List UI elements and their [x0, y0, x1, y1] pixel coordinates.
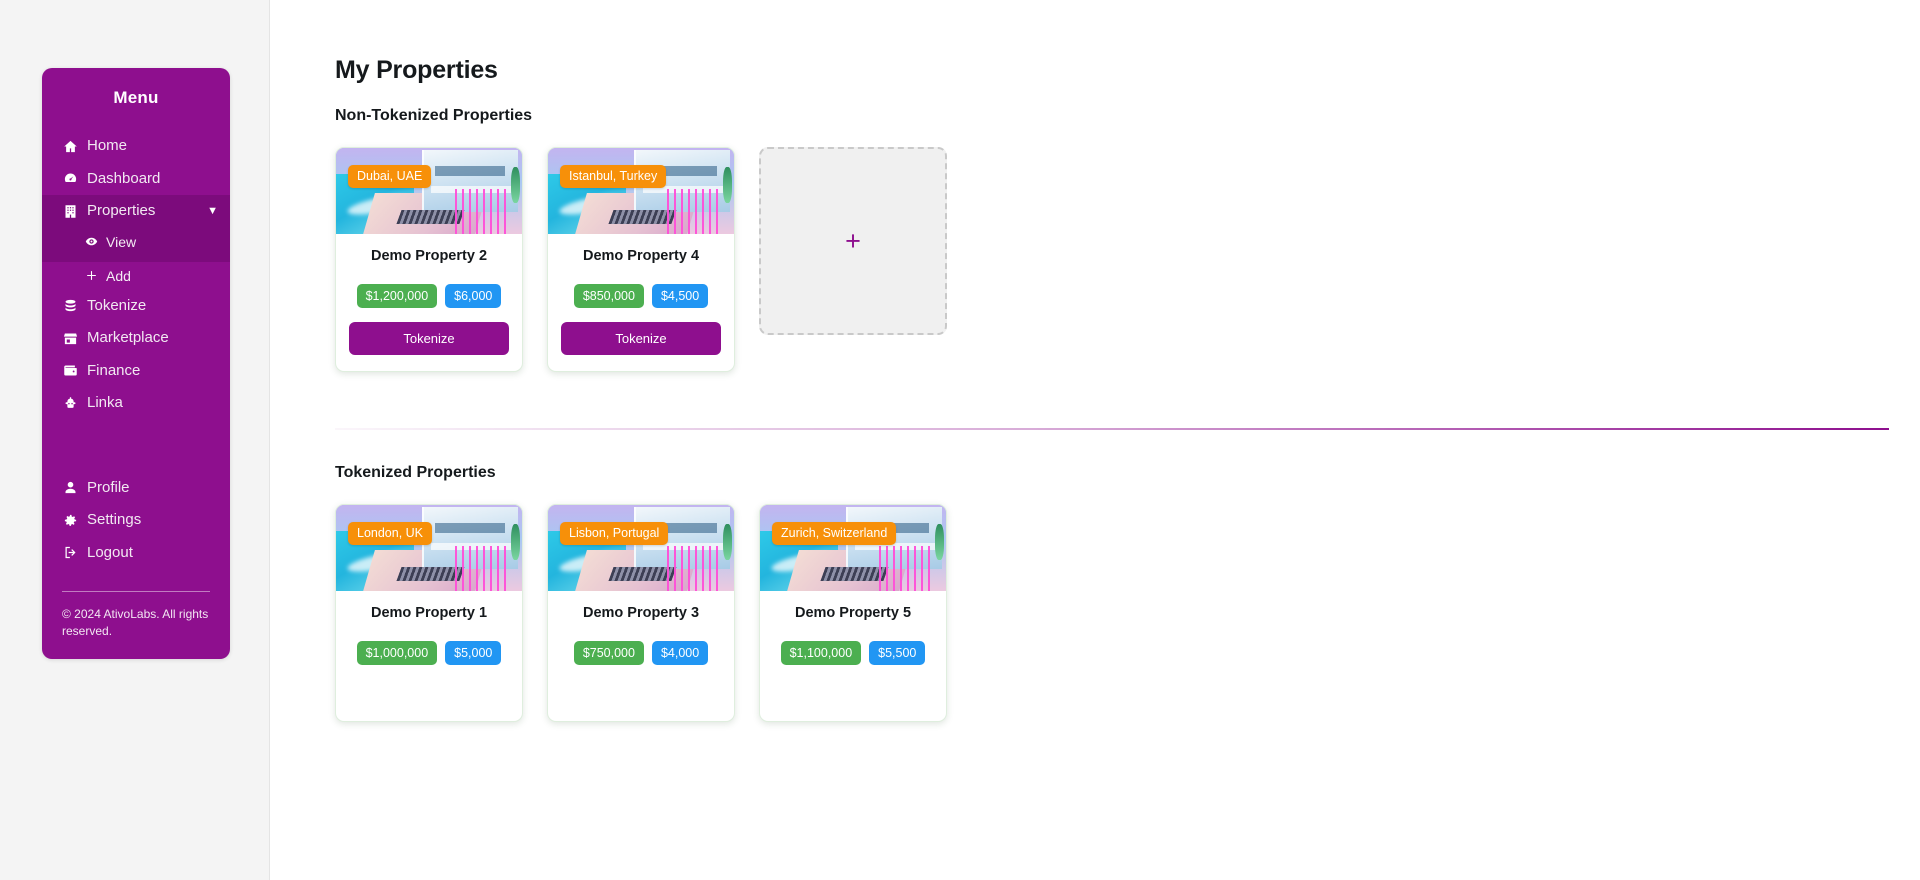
- price-badge: $750,000: [573, 641, 644, 665]
- sidebar-subitem-label: Add: [106, 267, 131, 284]
- property-card[interactable]: Lisbon, Portugal Demo Property 3 $750,00…: [547, 504, 735, 722]
- price-badge: $1,000,000: [356, 641, 438, 665]
- price-badges: $1,100,000 $5,500: [773, 641, 933, 665]
- price-badges: $850,000 $4,500: [561, 284, 721, 308]
- property-image: Zurich, Switzerland: [760, 505, 946, 591]
- price-badge: $1,100,000: [780, 641, 862, 665]
- add-property-card[interactable]: +: [759, 147, 947, 335]
- gear-icon: [62, 513, 79, 528]
- sidebar-item-label: Profile: [87, 478, 130, 496]
- sidebar-item-linka[interactable]: Linka: [42, 387, 230, 420]
- store-icon: [62, 331, 79, 346]
- tokenize-button[interactable]: Tokenize: [349, 322, 509, 355]
- section-divider: [335, 428, 1889, 430]
- property-card[interactable]: London, UK Demo Property 1 $1,000,000 $5…: [335, 504, 523, 722]
- location-badge: Lisbon, Portugal: [560, 522, 669, 545]
- sidebar-item-label: Settings: [87, 511, 142, 528]
- sidebar-item-label: Home: [87, 137, 128, 154]
- wallet-icon: [62, 363, 79, 378]
- property-name: Demo Property 3: [582, 605, 700, 621]
- sidebar-item-marketplace[interactable]: Marketplace: [42, 322, 230, 355]
- user-icon: [62, 480, 79, 495]
- sidebar-item-label: Dashboard: [87, 169, 161, 187]
- tokenize-button[interactable]: Tokenize: [561, 322, 721, 355]
- price-badges: $1,000,000 $5,000: [349, 641, 509, 665]
- logout-icon: [62, 545, 79, 560]
- sidebar-item-home[interactable]: Home: [42, 130, 230, 163]
- rent-badge: $5,000: [445, 641, 502, 665]
- plus-icon: [84, 269, 99, 282]
- sidebar-subitem-add[interactable]: Add: [42, 262, 230, 290]
- chevron-down-icon[interactable]: ▼: [207, 205, 218, 217]
- sidebar-item-label: Tokenize: [87, 296, 147, 314]
- sidebar-item-label: Marketplace: [87, 329, 169, 346]
- sidebar-item-label: Properties: [87, 202, 156, 219]
- section-title-tokenized: Tokenized Properties: [335, 464, 496, 481]
- eye-icon: [84, 235, 99, 248]
- sidebar-item-finance[interactable]: Finance: [42, 355, 230, 388]
- rent-badge: $4,000: [651, 641, 709, 665]
- sidebar-item-logout[interactable]: Logout: [42, 537, 230, 570]
- location-badge: London, UK: [348, 522, 433, 545]
- property-name: Demo Property 1: [370, 605, 488, 621]
- page-title: My Properties: [335, 56, 498, 84]
- sidebar-item-dashboard[interactable]: Dashboard: [42, 163, 230, 196]
- rent-badge: $6,000: [445, 284, 502, 308]
- price-badge: $850,000: [573, 284, 644, 308]
- property-image: Dubai, UAE: [336, 148, 522, 234]
- sidebar-copyright: © 2024 AtivoLabs. All rights reserved.: [62, 607, 209, 639]
- property-card[interactable]: Zurich, Switzerland Demo Property 5 $1,1…: [759, 504, 947, 722]
- property-image: Istanbul, Turkey: [548, 148, 734, 234]
- property-name: Demo Property 4: [582, 248, 700, 264]
- property-name: Demo Property 5: [794, 605, 912, 621]
- sidebar-item-settings[interactable]: Settings: [42, 504, 230, 537]
- properties-submenu: View: [42, 227, 230, 262]
- location-badge: Zurich, Switzerland: [772, 522, 897, 545]
- robot-icon: [62, 396, 79, 411]
- tokenized-card-row: London, UK Demo Property 1 $1,000,000 $5…: [335, 504, 1860, 722]
- rent-badge: $4,500: [651, 284, 709, 308]
- sidebar-rail: Menu Home Dashboard Properties ▼ View Ad…: [0, 0, 270, 880]
- sidebar-item-tokenize[interactable]: Tokenize: [42, 290, 230, 323]
- price-badges: $750,000 $4,000: [561, 641, 721, 665]
- property-card[interactable]: Istanbul, Turkey Demo Property 4 $850,00…: [547, 147, 735, 372]
- main-content: My Properties Non-Tokenized Properties D…: [271, 0, 1920, 880]
- location-badge: Dubai, UAE: [348, 165, 432, 188]
- sidebar-title: Menu: [113, 88, 159, 107]
- sidebar-item-label: Logout: [87, 543, 133, 561]
- home-icon: [62, 139, 79, 154]
- property-image: Lisbon, Portugal: [548, 505, 734, 591]
- rent-badge: $5,500: [869, 641, 926, 665]
- sidebar-divider: [62, 591, 210, 592]
- non-tokenized-card-row: Dubai, UAE Demo Property 2 $1,200,000 $6…: [335, 147, 1860, 372]
- plus-icon: +: [845, 225, 861, 256]
- sidebar-nav: Menu Home Dashboard Properties ▼ View Ad…: [42, 68, 230, 659]
- price-badges: $1,200,000 $6,000: [349, 284, 509, 308]
- property-name: Demo Property 2: [370, 248, 488, 264]
- sidebar-subitem-label: View: [106, 233, 137, 250]
- sidebar-item-label: Finance: [87, 361, 141, 379]
- coins-icon: [62, 298, 79, 313]
- property-card[interactable]: Dubai, UAE Demo Property 2 $1,200,000 $6…: [335, 147, 523, 372]
- sidebar-item-profile[interactable]: Profile: [42, 472, 230, 505]
- price-badge: $1,200,000: [356, 284, 438, 308]
- building-icon: [62, 204, 79, 219]
- dashboard-icon: [62, 171, 79, 186]
- location-badge: Istanbul, Turkey: [560, 165, 667, 188]
- sidebar-subitem-view[interactable]: View: [42, 228, 230, 256]
- property-image: London, UK: [336, 505, 522, 591]
- sidebar-item-label: Linka: [87, 394, 123, 411]
- section-title-non-tokenized: Non-Tokenized Properties: [335, 107, 533, 124]
- sidebar-item-properties[interactable]: Properties ▼: [42, 195, 230, 228]
